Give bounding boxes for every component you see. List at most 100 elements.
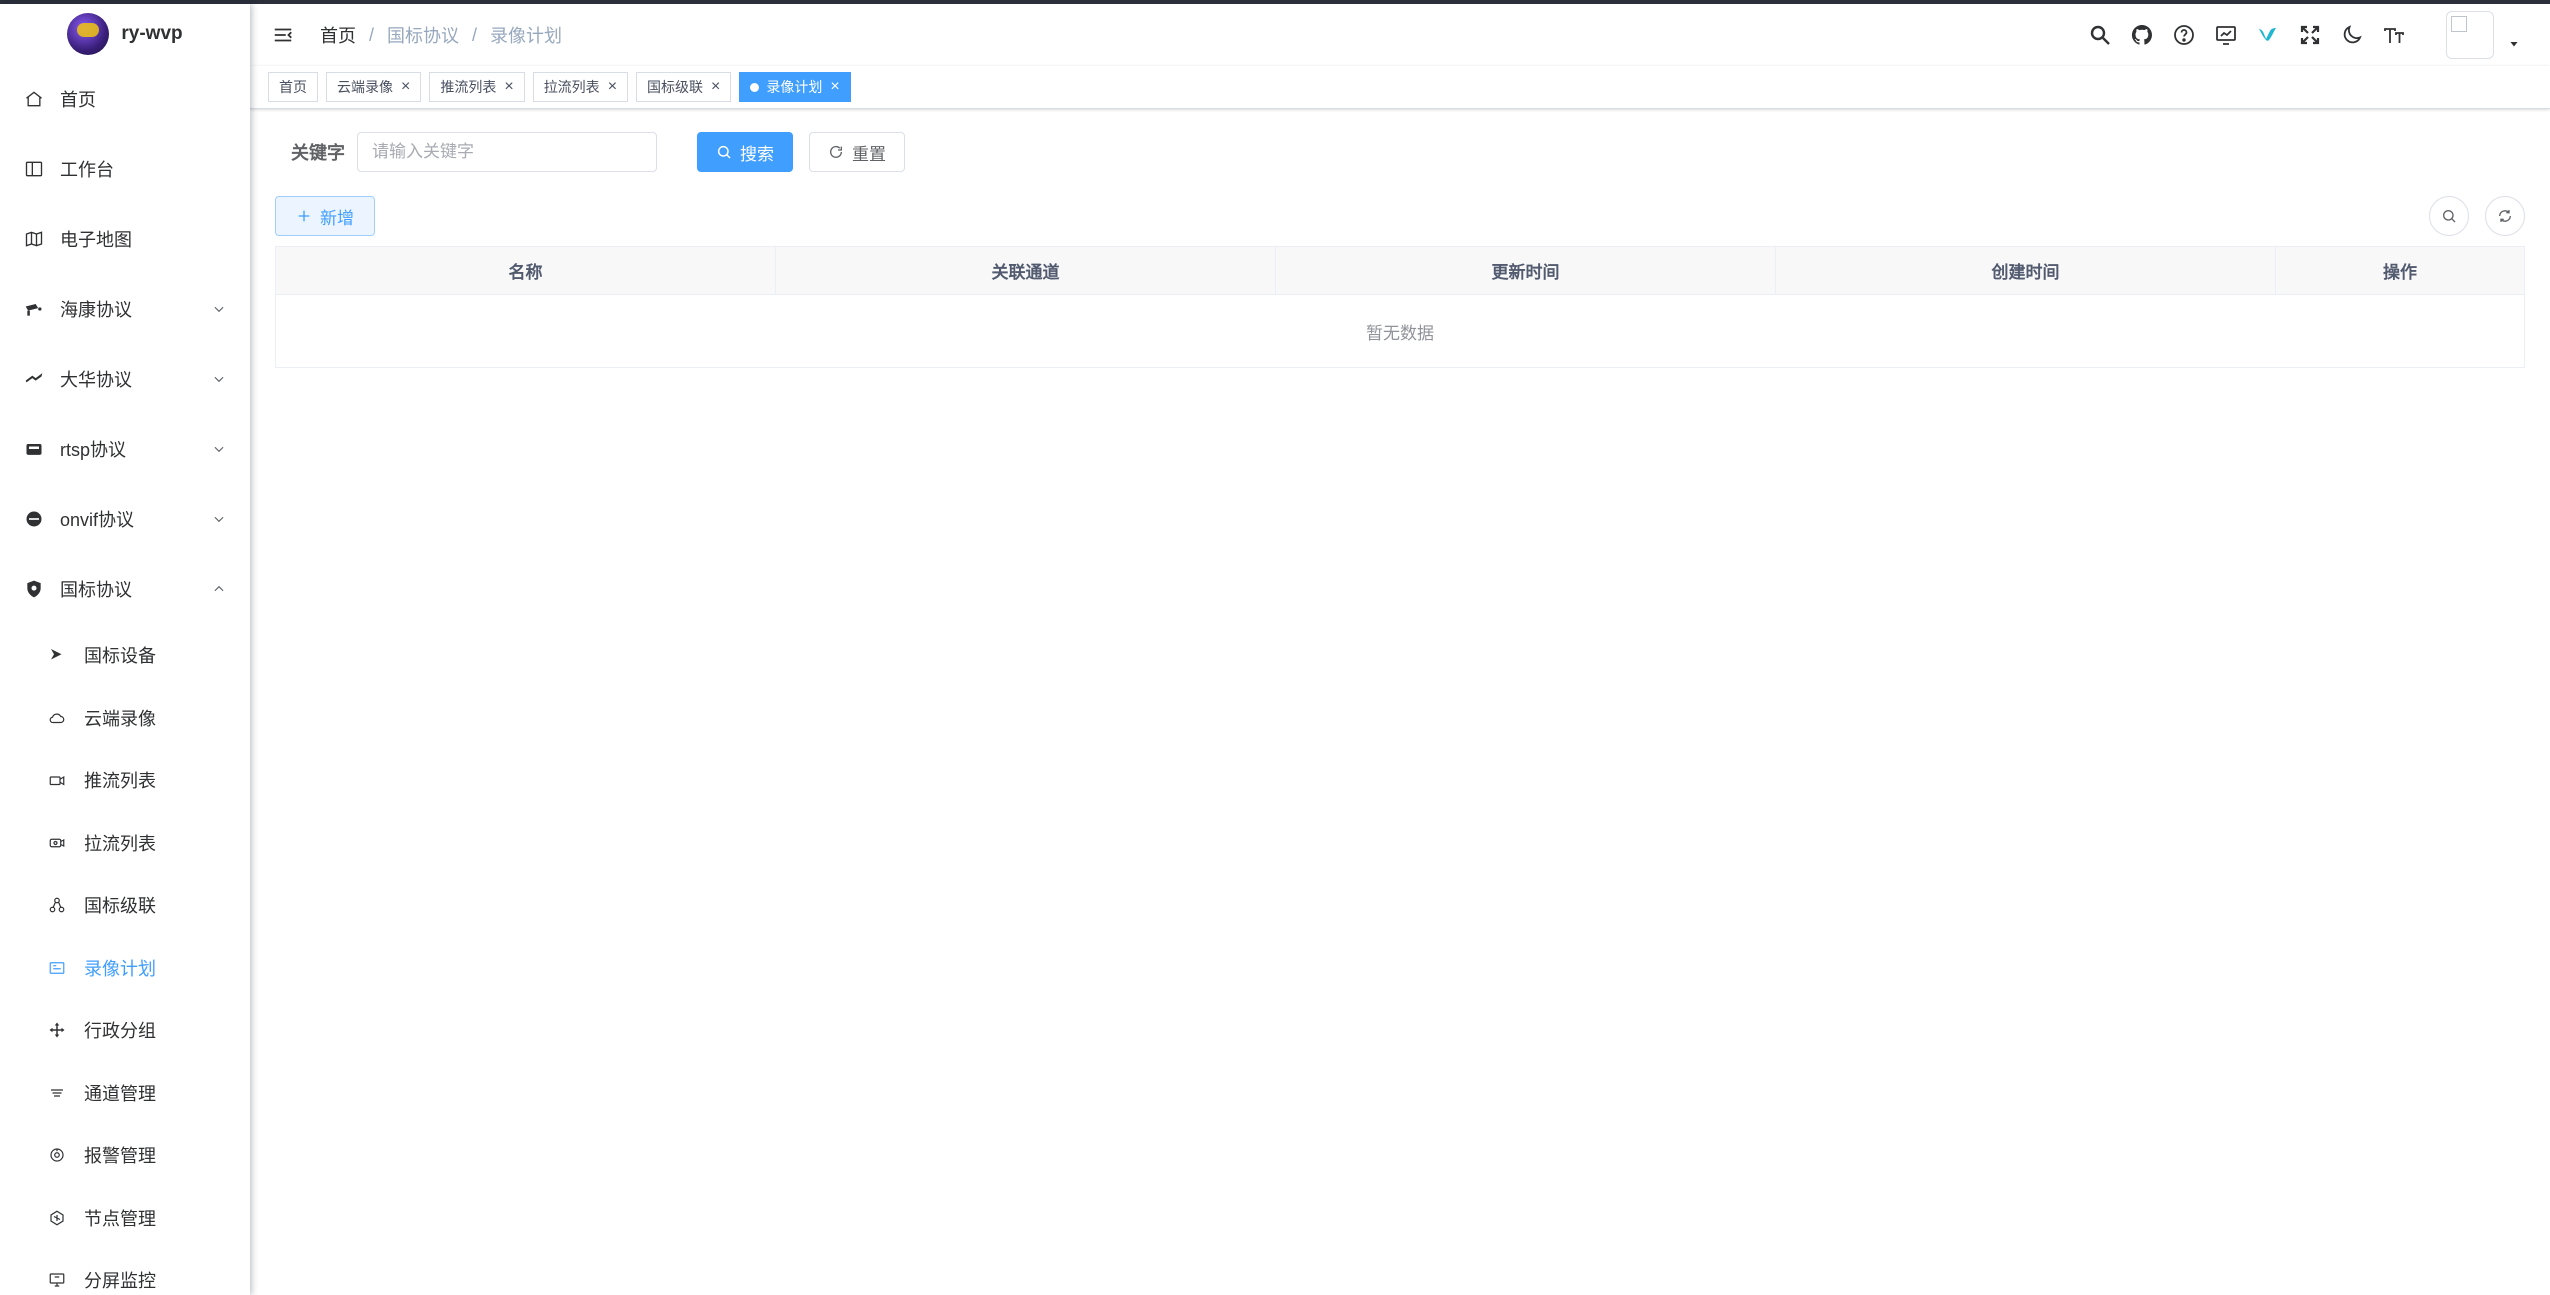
search-button-label: 搜索 (740, 144, 774, 164)
screen-monitor-icon[interactable] (2214, 23, 2238, 47)
tag-record-plan[interactable]: 录像计划 × (739, 72, 851, 102)
sidebar-item-rtsp[interactable]: rtsp协议 (0, 414, 250, 484)
close-icon[interactable]: × (830, 79, 839, 95)
node-icon (50, 1210, 64, 1226)
pull-stream-icon (49, 838, 65, 848)
fullscreen-icon[interactable] (2298, 23, 2322, 47)
avatar[interactable] (2446, 11, 2494, 59)
sidebar-subitem-label: 云端录像 (84, 708, 156, 729)
sidebar-subitem-gb-device[interactable]: 国标设备 (0, 624, 250, 687)
tag-label: 国标级联 (647, 79, 704, 95)
sidebar-subitem-alarm-mgmt[interactable]: 报警管理 (0, 1124, 250, 1187)
sidebar-item-label: 电子地图 (60, 230, 132, 250)
sidebar: ry-wvp 首页 工作台 电子地图 海康协议 大华协议 rtsp协议 onvi… (0, 4, 250, 1295)
sidebar-subitem-label: 录像计划 (84, 958, 156, 979)
help-icon[interactable] (2172, 23, 2196, 47)
close-icon[interactable]: × (608, 79, 617, 95)
plus-icon (298, 210, 310, 222)
sidebar-subitem-label: 分屏监控 (84, 1271, 156, 1292)
record-plan-icon (49, 961, 65, 974)
sidebar-item-map[interactable]: 电子地图 (0, 204, 250, 274)
hamburger-menu-icon[interactable] (272, 24, 294, 46)
sidebar-subitem-admin-group[interactable]: 行政分组 (0, 999, 250, 1062)
tag-label: 推流列表 (440, 79, 497, 95)
breadcrumb-separator: / (369, 24, 375, 45)
close-icon[interactable]: × (711, 79, 720, 95)
dark-mode-icon[interactable] (2340, 23, 2364, 47)
sidebar-subitem-pull-list[interactable]: 拉流列表 (0, 812, 250, 875)
sidebar-subitem-record-plan[interactable]: 录像计划 (0, 937, 250, 1000)
sidebar-subitem-label: 国标级联 (84, 896, 156, 917)
tag-label: 云端录像 (337, 79, 393, 95)
app-title: ry-wvp (121, 23, 183, 44)
sidebar-subitem-split-monitor[interactable]: 分屏监控 (0, 1249, 250, 1295)
sidebar-item-label: 海康协议 (60, 300, 132, 320)
refresh-button[interactable] (2485, 196, 2525, 236)
sidebar-item-onvif[interactable]: onvif协议 (0, 484, 250, 554)
shield-icon (27, 580, 41, 598)
github-icon[interactable] (2130, 23, 2154, 47)
channel-icon (51, 1089, 63, 1097)
monitor-icon (49, 1273, 65, 1287)
workbench-icon (25, 161, 43, 177)
font-size-icon[interactable] (2382, 23, 2406, 47)
chevron-down-icon (214, 306, 224, 313)
sidebar-item-hikvision[interactable]: 海康协议 (0, 274, 250, 344)
keyword-input[interactable] (357, 132, 657, 172)
sidebar-item-gb-protocol[interactable]: 国标协议 (0, 554, 250, 624)
add-button-label: 新增 (320, 208, 354, 228)
tag-home[interactable]: 首页 (268, 72, 318, 102)
keyword-label: 关键字 (291, 143, 345, 163)
tag-push-list[interactable]: 推流列表 × (429, 72, 525, 102)
sidebar-item-label: rtsp协议 (60, 440, 127, 460)
app-logo (67, 13, 110, 55)
tags-view: 首页 云端录像 × 推流列表 × 拉流列表 × 国标级联 × 录像计划 × (250, 66, 2550, 109)
sidebar-subitem-push-list[interactable]: 推流列表 (0, 749, 250, 812)
vue-icon[interactable] (2256, 23, 2280, 47)
tag-gb-cascade[interactable]: 国标级联 × (636, 72, 732, 102)
breadcrumb-item: 国标协议 (387, 26, 460, 46)
breadcrumb-item[interactable]: 首页 (320, 22, 356, 48)
sidebar-subitem-gb-cascade[interactable]: 国标级联 (0, 874, 250, 937)
sidebar-item-dahua[interactable]: 大华协议 (0, 344, 250, 414)
add-button[interactable]: 新增 (275, 196, 375, 236)
tag-label: 首页 (279, 79, 307, 95)
camera-icon (25, 304, 42, 316)
search-icon[interactable] (2088, 23, 2112, 47)
chevron-down-icon (214, 376, 224, 383)
tag-label: 录像计划 (766, 79, 823, 95)
sidebar-item-workbench[interactable]: 工作台 (0, 134, 250, 204)
home-icon (26, 91, 42, 107)
alarm-icon (50, 1148, 64, 1162)
reset-button[interactable]: 重置 (809, 132, 905, 172)
refresh-icon (2499, 210, 2511, 222)
refresh-icon (830, 145, 842, 158)
search-button[interactable]: 搜索 (697, 132, 793, 172)
tag-cloud-record[interactable]: 云端录像 × (326, 72, 422, 102)
sidebar-subitem-label: 节点管理 (84, 1208, 156, 1229)
sidebar-subitem-channel-mgmt[interactable]: 通道管理 (0, 1062, 250, 1125)
logo-row[interactable]: ry-wvp (0, 4, 250, 64)
sidebar-subitem-label: 行政分组 (84, 1021, 156, 1042)
onvif-icon (26, 511, 42, 527)
group-icon (49, 1022, 65, 1038)
tag-pull-list[interactable]: 拉流列表 × (532, 72, 629, 102)
breadcrumb-item: 录像计划 (490, 26, 563, 46)
toggle-search-button[interactable] (2429, 196, 2469, 236)
sidebar-subitem-node-mgmt[interactable]: 节点管理 (0, 1187, 250, 1250)
cloud-icon (49, 713, 65, 723)
caret-down-icon[interactable] (2508, 38, 2520, 50)
sidebar-item-home[interactable]: 首页 (0, 64, 250, 134)
close-icon[interactable]: × (401, 79, 410, 95)
sidebar-item-label: 工作台 (60, 160, 114, 180)
map-icon (25, 231, 43, 247)
toolbar: 新增 (275, 196, 2525, 236)
column-header-created: 创建时间 (1776, 247, 2276, 294)
cascade-icon (49, 897, 65, 913)
search-form: 关键字 搜索 重置 (275, 132, 905, 172)
tag-label: 拉流列表 (543, 79, 600, 95)
sidebar-item-label: 首页 (60, 90, 96, 110)
navbar: 首页 / 国标协议 / 录像计划 (250, 4, 2550, 66)
sidebar-subitem-cloud-record[interactable]: 云端录像 (0, 687, 250, 750)
close-icon[interactable]: × (504, 79, 513, 95)
